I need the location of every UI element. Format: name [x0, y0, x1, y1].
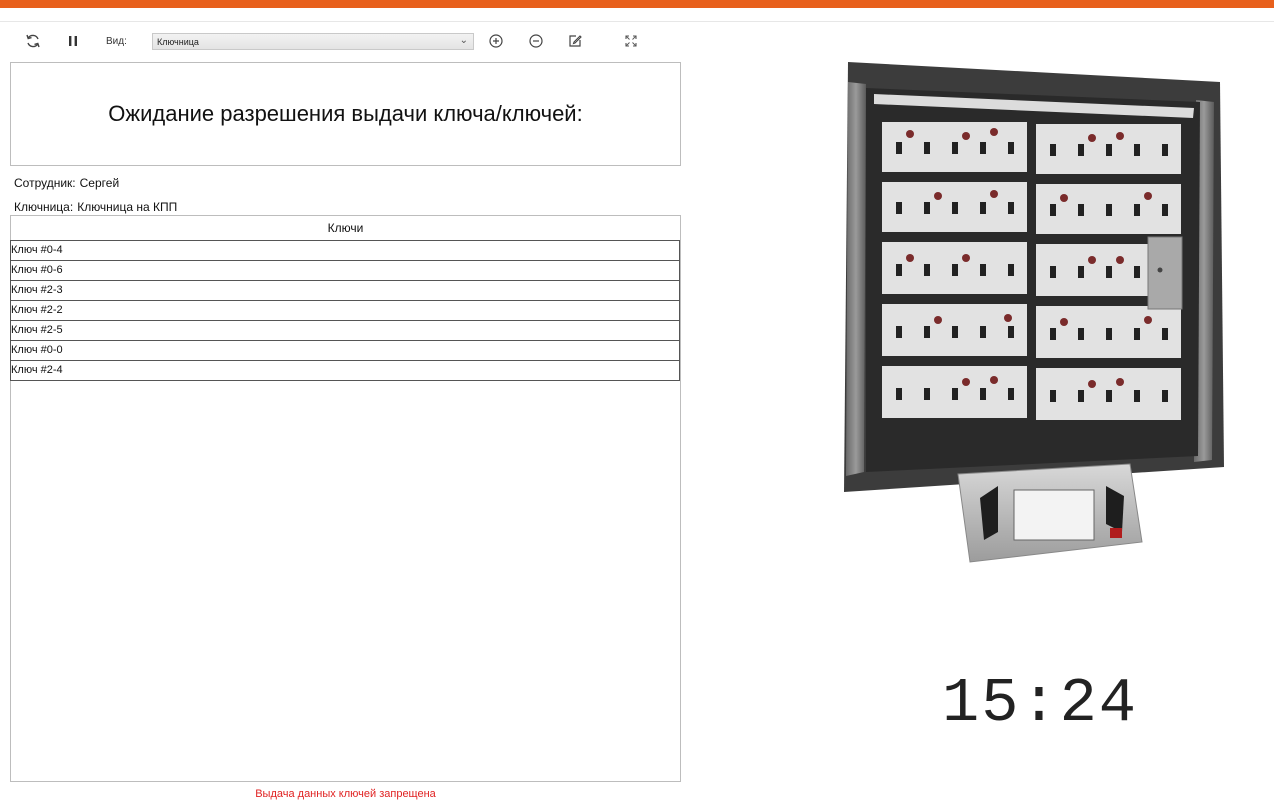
- key-row[interactable]: Ключ #2-2: [10, 301, 680, 321]
- toolbar: Вид: Ключница ⌄: [0, 22, 1274, 60]
- key-cabinet-image: [844, 62, 1224, 563]
- chevron-down-icon: ⌄: [459, 35, 468, 46]
- fullscreen-icon[interactable]: [620, 30, 642, 52]
- zoom-in-icon[interactable]: [485, 30, 507, 52]
- key-row[interactable]: Ключ #2-4: [10, 361, 680, 381]
- key-row[interactable]: Ключ #2-5: [10, 321, 680, 341]
- top-spacer: [0, 8, 1274, 22]
- edit-icon[interactable]: [564, 30, 586, 52]
- key-row[interactable]: Ключ #0-0: [10, 341, 680, 361]
- keys-table-header: Ключи: [327, 221, 364, 235]
- keybox-value: Ключница на КПП: [77, 200, 178, 214]
- status-title-box: Ожидание разрешения выдачи ключа/ключей:: [10, 62, 681, 166]
- view-select-value: Ключница: [157, 37, 199, 47]
- key-row[interactable]: Ключ #2-3: [10, 281, 680, 301]
- keybox-line: Ключница: Ключница на КПП: [14, 200, 177, 214]
- employee-label: Сотрудник:: [14, 176, 76, 190]
- view-label: Вид:: [106, 36, 127, 47]
- zoom-out-icon[interactable]: [525, 30, 547, 52]
- pause-icon[interactable]: [62, 30, 84, 52]
- clock-display: 15:24: [941, 668, 1139, 739]
- refresh-icon[interactable]: [22, 30, 44, 52]
- keybox-label: Ключница:: [14, 200, 74, 214]
- key-row[interactable]: Ключ #0-4: [10, 241, 680, 261]
- view-select[interactable]: Ключница ⌄: [152, 33, 474, 50]
- employee-value: Сергей: [79, 176, 120, 190]
- key-row[interactable]: Ключ #0-6: [10, 261, 680, 281]
- status-message: Выдача данных ключей запрещена: [255, 788, 436, 800]
- employee-line: Сотрудник: Сергей: [14, 176, 119, 190]
- keys-list: Ключ #0-4 Ключ #0-6 Ключ #2-3 Ключ #2-2 …: [10, 240, 680, 381]
- top-accent-bar: [0, 0, 1274, 8]
- keys-table: Ключи Ключ #0-4 Ключ #0-6 Ключ #2-3 Ключ…: [10, 215, 681, 782]
- page-title: Ожидание разрешения выдачи ключа/ключей:: [108, 101, 583, 126]
